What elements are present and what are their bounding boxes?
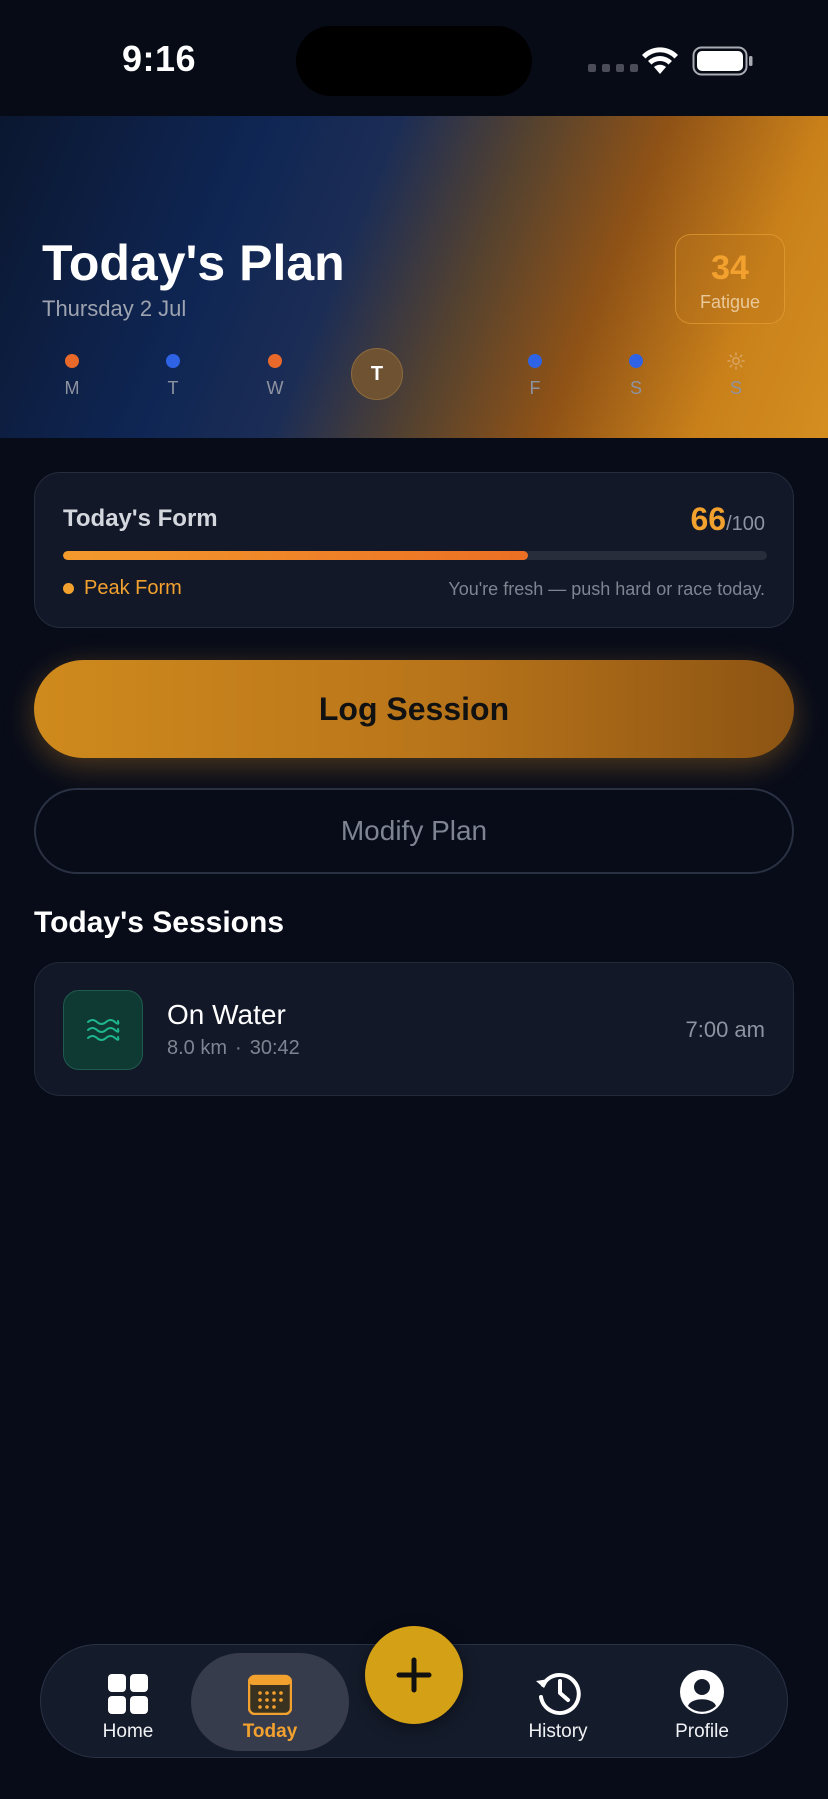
plus-icon <box>396 1657 432 1693</box>
add-session-button[interactable] <box>365 1626 463 1724</box>
week-day-tue[interactable]: T <box>143 348 203 399</box>
form-title: Today's Form <box>63 505 218 532</box>
wifi-icon <box>642 47 678 74</box>
form-score-max: /100 <box>726 513 765 535</box>
cellular-signal-icon <box>588 64 638 72</box>
tab-label: Profile <box>675 1721 729 1742</box>
week-day-label: T <box>351 348 403 400</box>
session-time: 7:00 am <box>685 1017 766 1042</box>
modify-plan-button[interactable]: Modify Plan <box>34 788 794 874</box>
form-progress-fill <box>63 551 528 560</box>
form-progress-bar <box>63 551 767 560</box>
session-title: On Water <box>167 999 286 1030</box>
form-score-value: 66 <box>690 501 727 537</box>
tab-label: Today <box>242 1721 298 1742</box>
session-dot <box>528 354 542 368</box>
fatigue-label: Fatigue <box>699 292 761 312</box>
page-title: Today's Plan <box>42 235 345 291</box>
profile-icon <box>680 1670 724 1714</box>
week-day-fri[interactable]: F <box>505 348 565 399</box>
session-distance: 8.0 km <box>167 1037 228 1059</box>
fatigue-badge[interactable]: 34 Fatigue <box>675 234 785 324</box>
session-dot <box>268 354 282 368</box>
log-session-button[interactable]: Log Session <box>34 660 794 758</box>
week-day-label: W <box>266 378 284 398</box>
tab-today[interactable]: Today <box>191 1653 349 1751</box>
tab-profile[interactable]: Profile <box>627 1653 777 1751</box>
session-meta: 8.0 km · 30:42 <box>167 1037 300 1060</box>
session-duration: 30:42 <box>249 1037 300 1059</box>
week-day-wed[interactable]: W <box>245 348 305 399</box>
session-dot <box>629 354 643 368</box>
week-day-label: S <box>729 378 742 398</box>
week-day-label: S <box>629 378 642 398</box>
form-status-label: Peak Form <box>84 577 182 599</box>
tab-home[interactable]: Home <box>53 1653 203 1751</box>
week-day-thu-selected[interactable]: T <box>347 348 407 400</box>
grid-icon <box>108 1674 148 1714</box>
tab-label: Home <box>102 1721 154 1742</box>
form-card[interactable]: Today's Form 66/100 Peak Form You're fre… <box>34 472 794 628</box>
week-strip: M T W T F S S <box>42 348 786 428</box>
form-status: Peak Form <box>63 577 182 600</box>
status-time: 9:16 <box>122 38 197 79</box>
form-status-dot <box>63 583 74 594</box>
history-icon <box>536 1672 581 1715</box>
week-day-label: F <box>529 378 541 398</box>
week-day-label: T <box>167 378 179 398</box>
calendar-icon <box>248 1674 292 1715</box>
tab-label: History <box>528 1721 588 1742</box>
rest-day-icon <box>727 352 745 370</box>
session-separator: · <box>235 1037 242 1059</box>
week-day-mon[interactable]: M <box>42 348 102 399</box>
session-dot <box>65 354 79 368</box>
week-day-sun[interactable]: S <box>706 348 766 399</box>
page-date: Thursday 2 Jul <box>42 296 187 321</box>
dynamic-island <box>296 26 532 96</box>
waves-icon <box>63 990 143 1070</box>
sessions-heading: Today's Sessions <box>34 906 285 939</box>
tab-history[interactable]: History <box>483 1653 633 1751</box>
fatigue-value: 34 <box>711 249 749 287</box>
battery-icon <box>692 46 753 76</box>
session-dot <box>166 354 180 368</box>
plan-hero: Today's Plan Thursday 2 Jul 34 Fatigue M… <box>0 116 828 438</box>
status-bar: 9:16 <box>0 0 828 116</box>
session-card[interactable]: On Water 8.0 km · 30:42 7:00 am <box>34 962 794 1096</box>
form-hint: You're fresh — push hard or race today. <box>448 579 765 599</box>
form-score: 66/100 <box>690 501 765 538</box>
week-day-label: M <box>64 378 80 398</box>
week-day-sat[interactable]: S <box>606 348 666 399</box>
